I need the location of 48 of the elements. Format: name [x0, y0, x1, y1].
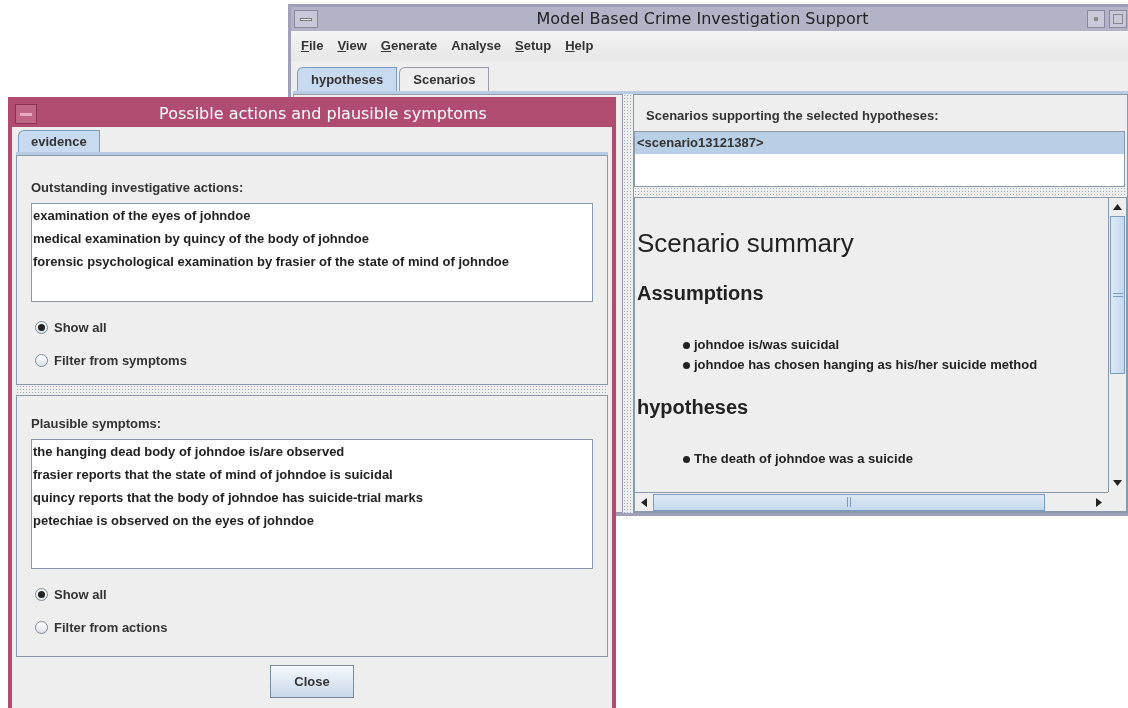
horizontal-scrollbar[interactable]: [635, 492, 1108, 511]
list-item[interactable]: the hanging dead body of johndoe is/are observed: [33, 439, 345, 463]
bullet-icon: [683, 455, 690, 463]
radio-button[interactable]: [35, 320, 48, 334]
radio-button[interactable]: [35, 587, 48, 601]
list-item[interactable]: quincy reports that the body of johndoe has suicide-trial marks: [33, 485, 424, 509]
summary-item: The death of johndoe was a suicide: [694, 450, 913, 468]
radio-option[interactable]: Filter from actions: [35, 618, 168, 638]
menu-item[interactable]: Setup: [515, 36, 552, 56]
summary-item: johndoe is/was suicidal: [694, 336, 840, 354]
radio-button[interactable]: [35, 621, 48, 635]
tab[interactable]: hypotheses: [297, 67, 398, 91]
list-item[interactable]: medical examination by quincy of the body of johndoe: [33, 226, 369, 250]
menu-item[interactable]: Generate: [380, 36, 438, 56]
scroll-thumb[interactable]: [1110, 216, 1125, 374]
tab[interactable]: Scenarios: [399, 67, 490, 91]
maximize-button[interactable]: [1109, 10, 1127, 28]
menu-item[interactable]: View: [337, 36, 367, 56]
summary-item: johndoe has chosen hanging as his/her suicide method: [694, 356, 1038, 374]
window-title: Model Based Crime Investigation Support: [535, 8, 870, 30]
menu-item[interactable]: Analyse: [451, 36, 502, 56]
radio-option[interactable]: Filter from symptoms: [35, 351, 187, 371]
bullet-icon: [683, 341, 690, 349]
scenario-list-item[interactable]: <scenario13121387>: [635, 132, 1124, 154]
window-menu-button[interactable]: [15, 104, 37, 124]
section-heading: Assumptions: [637, 281, 764, 306]
radio-option[interactable]: Show all: [35, 317, 107, 337]
bullet-icon: [683, 361, 690, 369]
minimize-button[interactable]: [1087, 10, 1105, 28]
scroll-thumb[interactable]: [653, 493, 1045, 511]
list-item[interactable]: examination of the eyes of johndoe: [33, 203, 251, 227]
list-item[interactable]: petechiae is observed on the eyes of johndoe: [33, 508, 315, 532]
list-item[interactable]: frasier reports that the state of mind of johndoe is suicidal: [33, 462, 393, 486]
close-button[interactable]: Close: [270, 665, 354, 698]
list-item[interactable]: forensic psychological examination by frasier of the state of mind of johndoe: [33, 249, 510, 273]
window-menu-button[interactable]: [294, 10, 318, 28]
section-heading: hypotheses: [637, 395, 749, 420]
menu-item[interactable]: Help: [565, 36, 594, 56]
panel-label: Outstanding investigative actions:: [31, 179, 244, 197]
window-title: Possible actions and plausible symptoms: [158, 103, 488, 125]
scenarios-label: Scenarios supporting the selected hypotheses:: [646, 106, 939, 125]
radio-option[interactable]: Show all: [35, 584, 107, 604]
tab[interactable]: evidence: [18, 130, 100, 152]
panel-label: Plausible symptoms:: [31, 415, 162, 433]
radio-button[interactable]: [35, 354, 48, 368]
summary-title: Scenario summary: [637, 227, 854, 260]
vertical-scrollbar[interactable]: [1108, 198, 1126, 492]
menu-item[interactable]: File: [301, 36, 324, 56]
